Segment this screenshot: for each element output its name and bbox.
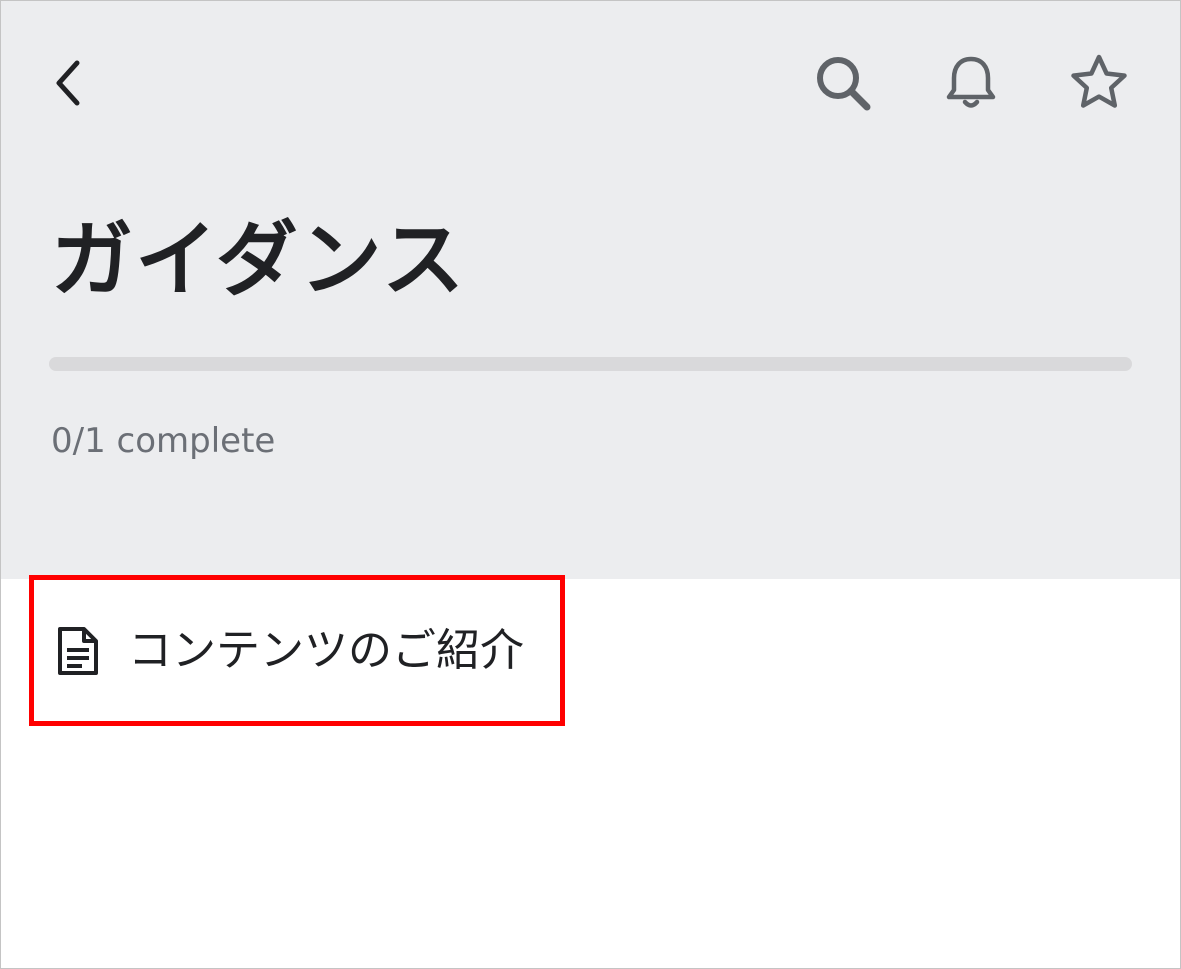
progress-bar <box>49 357 1132 371</box>
page-header: ガイダンス 0/1 complete <box>1 1 1180 579</box>
content-list-item[interactable]: コンテンツのご紹介 <box>29 575 565 726</box>
star-icon <box>1071 54 1127 108</box>
search-icon <box>817 57 871 111</box>
search-button[interactable] <box>807 47 879 119</box>
back-button[interactable] <box>37 47 101 119</box>
progress-text: 0/1 complete <box>51 421 276 461</box>
page-title: ガイダンス <box>51 213 467 308</box>
notifications-button[interactable] <box>935 47 1007 119</box>
document-icon <box>58 627 98 675</box>
bell-icon <box>946 56 996 108</box>
chevron-left-icon <box>56 60 80 106</box>
favorite-button[interactable] <box>1063 47 1135 119</box>
app-screen: ガイダンス 0/1 complete コンテンツのご紹介 <box>0 0 1181 969</box>
content-item-label: コンテンツのご紹介 <box>128 625 524 676</box>
